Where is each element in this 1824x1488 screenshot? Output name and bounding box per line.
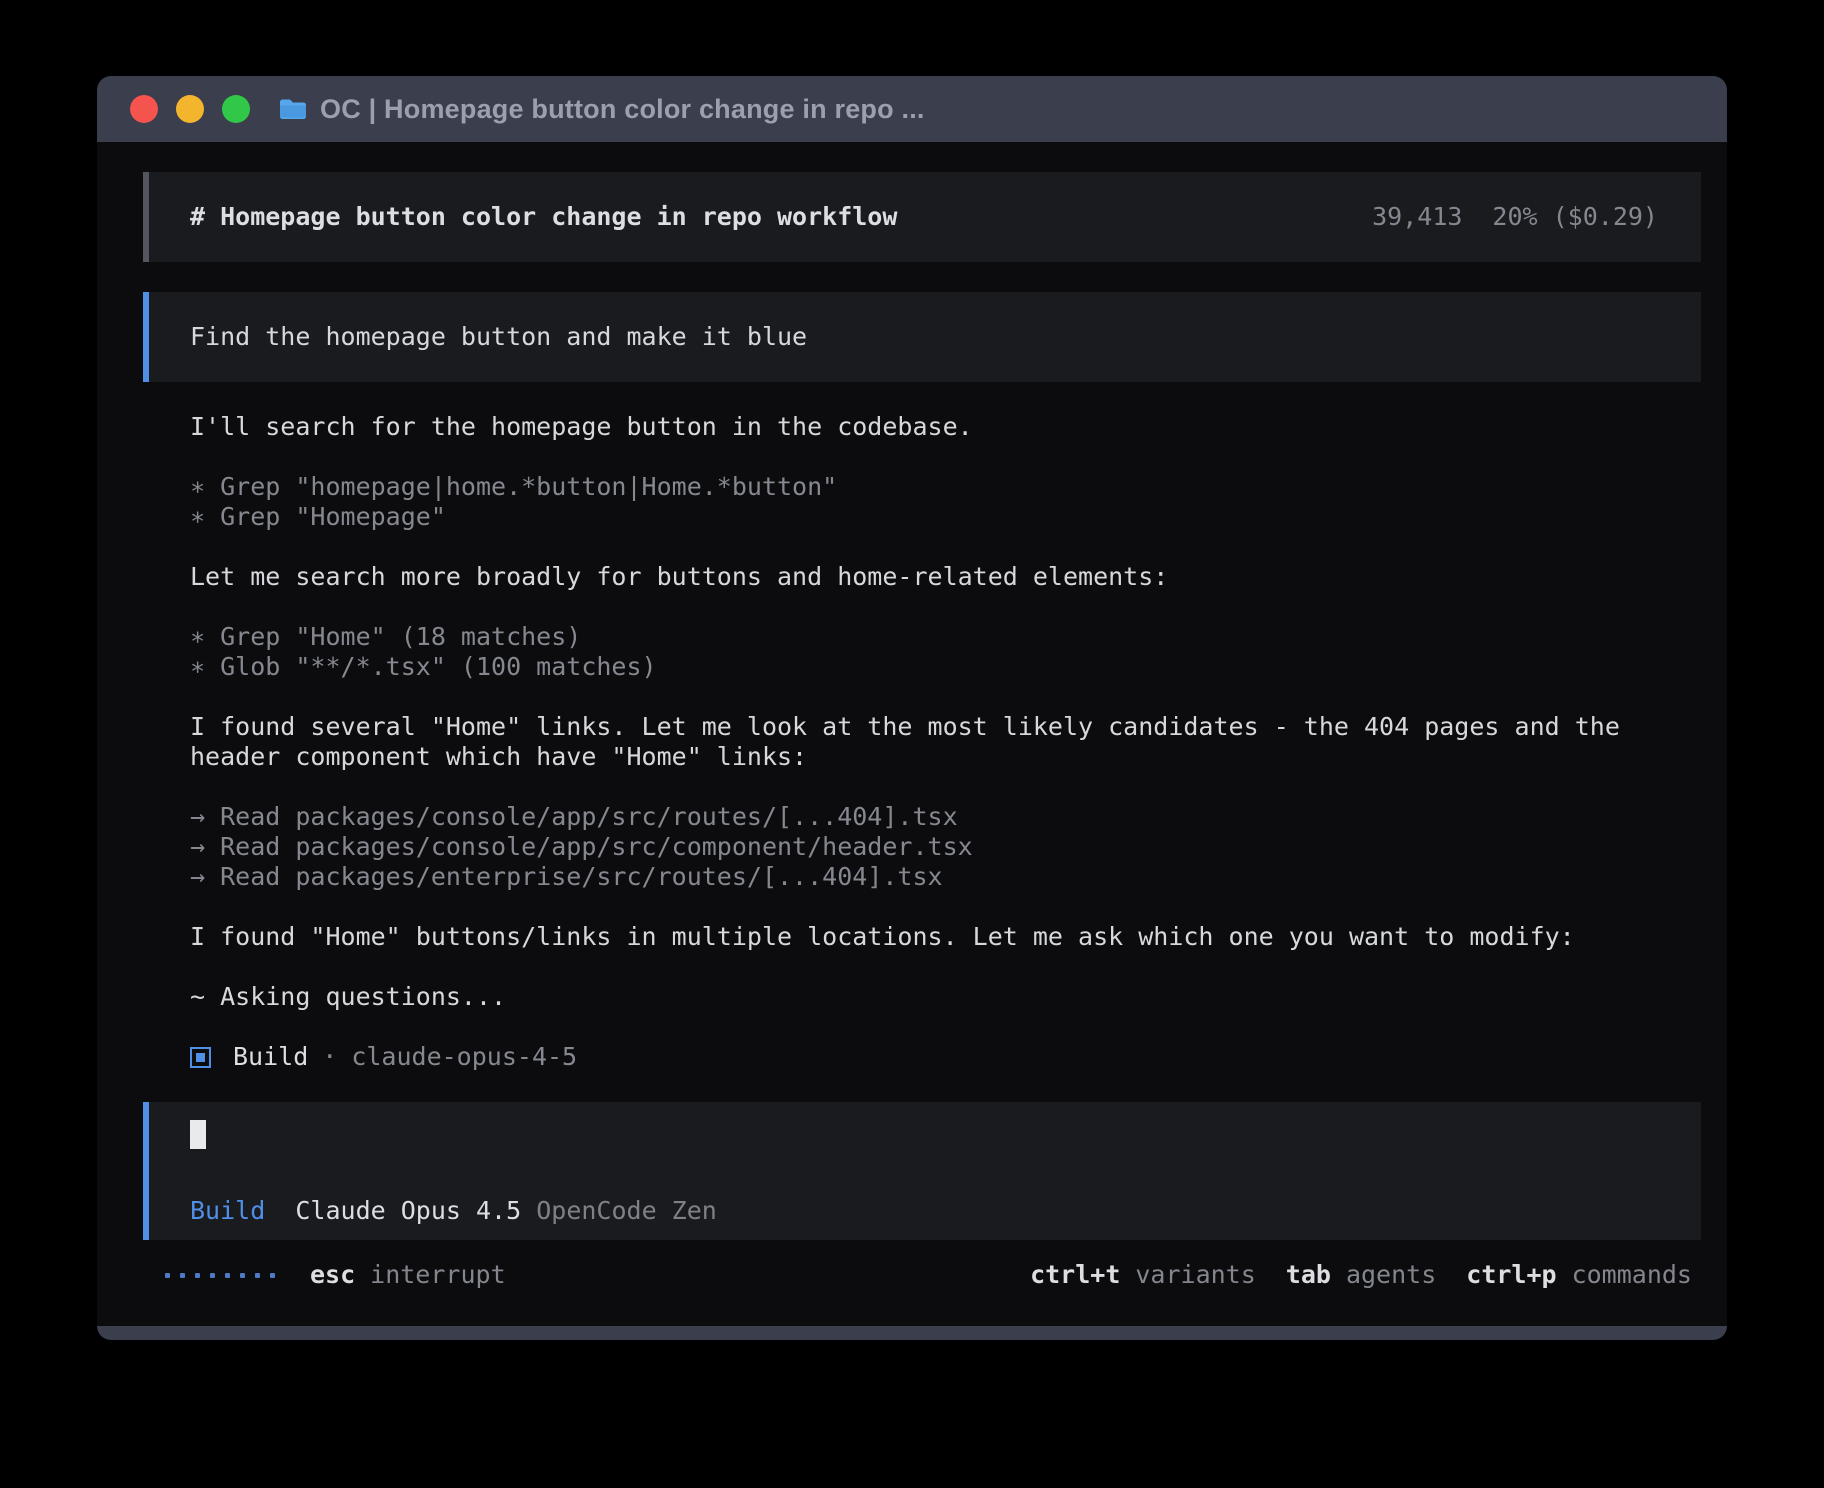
agent-build-icon — [190, 1047, 211, 1068]
folder-icon — [278, 97, 308, 121]
blank-line — [190, 442, 1727, 472]
agent-name: Build — [233, 1042, 308, 1072]
terminal-content: # Homepage button color change in repo w… — [97, 142, 1727, 1326]
tool-call-line: → Read packages/console/app/src/routes/[… — [190, 802, 1727, 832]
tool-call-line: ∗ Grep "homepage|home.*button|Home.*butt… — [190, 472, 1727, 502]
ctrl-t-key-hint: ctrl+t — [1030, 1260, 1120, 1289]
context-usage: 20% ($0.29) — [1492, 202, 1658, 231]
blank-line — [190, 532, 1727, 562]
badge-model: claude-opus-4-5 — [351, 1042, 577, 1072]
status-left: esc interrupt — [165, 1260, 506, 1290]
text-cursor — [190, 1120, 206, 1149]
close-button[interactable] — [130, 95, 158, 123]
esc-key-hint: esc — [310, 1260, 355, 1290]
tool-call-line: ∗ Glob "**/*.tsx" (100 matches) — [190, 652, 1727, 682]
ctrl-p-key-hint: ctrl+p — [1466, 1260, 1556, 1289]
status-right: ctrl+t variants tab agents ctrl+p commands — [1030, 1260, 1692, 1290]
status-bar: esc interrupt ctrl+t variants tab agents c… — [97, 1260, 1727, 1290]
tool-call-line: → Read packages/enterprise/src/routes/[.… — [190, 862, 1727, 892]
token-count: 39,413 — [1372, 202, 1462, 231]
spinner-dot — [270, 1273, 275, 1278]
ctrl-t-key-label: variants — [1135, 1260, 1255, 1289]
input-agent-label[interactable]: Build — [190, 1196, 265, 1225]
spinner-dot — [240, 1273, 245, 1278]
assistant-text-line: I found several "Home" links. Let me loo… — [190, 712, 1727, 742]
blank-line — [190, 1012, 1727, 1042]
session-title: # Homepage button color change in repo w… — [190, 202, 897, 232]
input-footer: Build Claude Opus 4.5 OpenCode Zen — [190, 1196, 717, 1226]
spinner-dot — [210, 1273, 215, 1278]
tab-key-label: agents — [1346, 1260, 1436, 1289]
titlebar: OC | Homepage button color change in rep… — [97, 76, 1727, 142]
esc-key-label: interrupt — [370, 1260, 505, 1290]
zoom-button[interactable] — [222, 95, 250, 123]
window-title: OC | Homepage button color change in rep… — [320, 94, 925, 125]
tool-call-line: ∗ Grep "Home" (18 matches) — [190, 622, 1727, 652]
agent-badge: Build · claude-opus-4-5 — [190, 1042, 1727, 1072]
blank-line — [190, 682, 1727, 712]
assistant-text-line: I found "Home" buttons/links in multiple… — [190, 922, 1727, 952]
shortcut-variants: ctrl+t variants — [1030, 1260, 1256, 1290]
assistant-text-line: Let me search more broadly for buttons a… — [190, 562, 1727, 592]
tool-call-line: → Read packages/console/app/src/componen… — [190, 832, 1727, 862]
window-bottom-edge — [97, 1326, 1727, 1340]
minimize-button[interactable] — [176, 95, 204, 123]
user-message: Find the homepage button and make it blu… — [143, 292, 1701, 382]
assistant-text-line: ~ Asking questions... — [190, 982, 1727, 1012]
blank-line — [190, 592, 1727, 622]
shortcut-commands: ctrl+p commands — [1466, 1260, 1692, 1290]
session-header: # Homepage button color change in repo w… — [143, 172, 1701, 262]
spinner-dot — [195, 1273, 200, 1278]
spinner-dot — [225, 1273, 230, 1278]
user-message-text: Find the homepage button and make it blu… — [190, 322, 807, 352]
tool-call-line: ∗ Grep "Homepage" — [190, 502, 1727, 532]
session-stats: 39,413 20% ($0.29) — [1372, 202, 1658, 232]
tab-key-hint: tab — [1286, 1260, 1331, 1289]
blank-line — [190, 952, 1727, 982]
spinner-dot — [165, 1273, 170, 1278]
shortcut-agents: tab agents — [1286, 1260, 1436, 1290]
activity-spinner-dots — [165, 1273, 275, 1278]
blank-line — [190, 772, 1727, 802]
assistant-text-line: I'll search for the homepage button in t… — [190, 412, 1727, 442]
traffic-lights — [130, 95, 250, 123]
input-model-label[interactable]: Claude Opus 4.5 — [295, 1196, 521, 1225]
badge-separator: · — [322, 1042, 337, 1072]
spinner-dot — [180, 1273, 185, 1278]
prompt-input[interactable]: Build Claude Opus 4.5 OpenCode Zen — [143, 1102, 1701, 1240]
input-provider-label: OpenCode Zen — [536, 1196, 717, 1225]
terminal-window: OC | Homepage button color change in rep… — [97, 76, 1727, 1340]
spinner-dot — [255, 1273, 260, 1278]
ctrl-p-key-label: commands — [1572, 1260, 1692, 1289]
assistant-text-line: header component which have "Home" links… — [190, 742, 1727, 772]
blank-line — [190, 892, 1727, 922]
